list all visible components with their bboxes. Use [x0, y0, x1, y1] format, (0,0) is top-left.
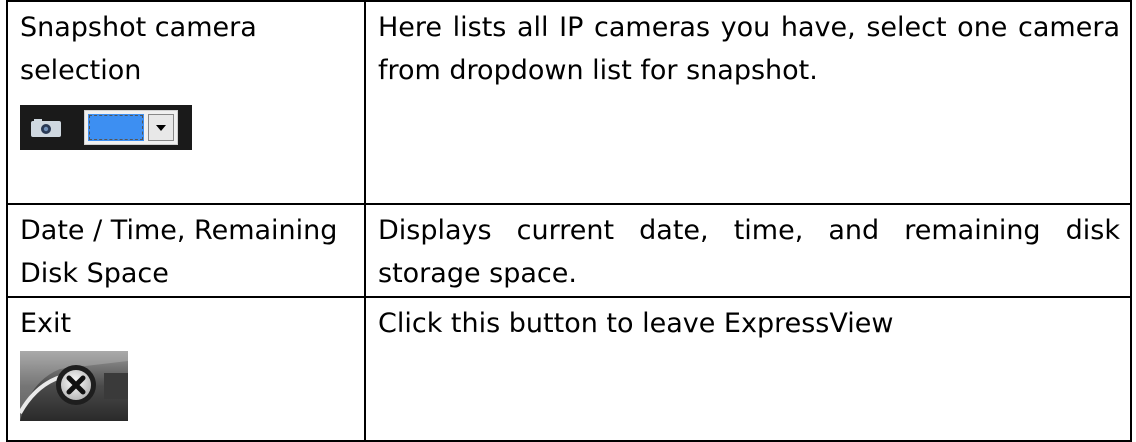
feature-name: Exit — [20, 308, 72, 339]
feature-table: Snapshot camera selection Here lists all… — [6, 0, 1132, 442]
feature-name-cell: Exit — [6, 296, 366, 442]
exit-icon — [20, 351, 128, 421]
snapshot-camera-selector — [20, 105, 192, 150]
feature-description: Click this button to leave ExpressView — [378, 308, 894, 339]
feature-description-cell: Here lists all IP cameras you have, sele… — [364, 0, 1132, 205]
table-row: Exit Click this button to leave ExpressV… — [6, 296, 1132, 442]
feature-name-cell: Date / Time, Remaining Disk Space — [6, 203, 366, 298]
table-row: Snapshot camera selection Here lists all… — [6, 0, 1132, 205]
feature-name-cell: Snapshot camera selection — [6, 0, 366, 205]
feature-name: Snapshot camera selection — [20, 12, 257, 86]
feature-name: Date / Time, Remaining Disk Space — [20, 215, 338, 289]
feature-description: Here lists all IP cameras you have, sele… — [378, 12, 1120, 86]
feature-description-cell: Click this button to leave ExpressView — [364, 296, 1132, 442]
table-row: Date / Time, Remaining Disk Space Displa… — [6, 203, 1132, 298]
camera-color-swatch — [88, 114, 144, 141]
feature-description-cell: Displays current date, time, and remaini… — [364, 203, 1132, 298]
camera-dropdown — [84, 110, 178, 145]
chevron-down-icon — [148, 114, 174, 141]
feature-description: Displays current date, time, and remaini… — [378, 215, 1120, 289]
camera-icon — [31, 119, 61, 137]
